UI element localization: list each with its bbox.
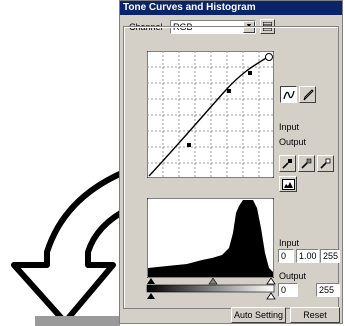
gradient-bar [146,284,275,293]
pencil-tool-icon [303,88,314,100]
input-white-slider[interactable] [266,278,276,285]
decorative-gray-bar [35,316,120,326]
histogram-icon [281,178,295,190]
curve-tool-icon [282,90,295,99]
histogram-toggle-button[interactable] [279,176,297,192]
input-black-field[interactable]: 0 [278,249,294,263]
levels-slider[interactable] [143,278,279,300]
white-point-button[interactable] [317,155,334,172]
white-eyedropper-icon [320,158,331,169]
black-eyedropper-icon [282,159,292,169]
output-white-slider[interactable] [266,292,276,300]
black-point-button[interactable] [279,155,296,172]
curve-output-label: Output [279,137,307,147]
curve-endpoint[interactable] [265,53,273,61]
input-gamma-slider[interactable] [208,278,218,285]
input-black-slider[interactable] [147,278,155,284]
gray-point-button[interactable] [298,155,315,172]
gray-eyedropper-icon [301,158,312,169]
histogram [147,198,274,278]
output-black-field[interactable]: 0 [278,283,298,297]
auto-setting-button[interactable]: Auto Setting [231,307,286,323]
output-black-slider[interactable] [147,293,155,299]
curve-tool-button[interactable] [280,86,297,103]
output-white-field[interactable]: 255 [316,283,340,297]
input-white-field[interactable]: 255 [320,249,340,263]
histogram-output-label: Output [279,271,307,281]
tone-curve-graph[interactable] [147,51,274,178]
curve-point[interactable] [248,71,252,75]
curve-point[interactable] [187,143,191,147]
tone-curves-window: Tone Curves and Histogram Channel RGB ▼ [119,0,343,324]
curve-input-label: Input [279,122,300,132]
window-title: Tone Curves and Histogram [120,1,342,15]
curve-point[interactable] [227,89,231,93]
input-gamma-field[interactable]: 1.00 [296,249,319,263]
pencil-tool-button[interactable] [299,86,316,103]
histogram-input-label: Input [279,238,300,248]
reset-button[interactable]: Reset [290,307,340,323]
